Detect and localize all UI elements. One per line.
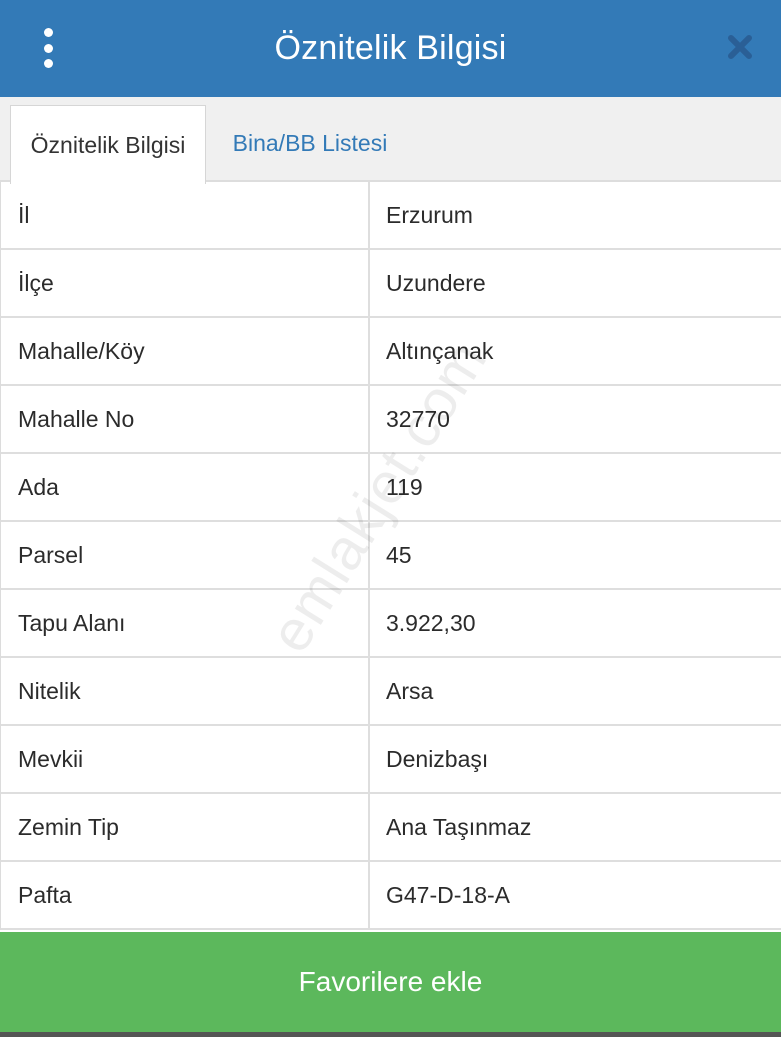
table-row: Tapu Alanı 3.922,30 (1, 590, 781, 658)
row-value: Altınçanak (386, 337, 494, 364)
close-icon[interactable] (723, 30, 757, 64)
attribute-table: İl Erzurum İlçe Uzundere Mahalle/Köy Alt… (0, 182, 781, 930)
row-value: 32770 (386, 405, 450, 432)
row-label: Ada (1, 454, 370, 520)
tab-oznitelik-bilgisi[interactable]: Öznitelik Bilgisi (10, 105, 206, 184)
row-value: Uzundere (386, 269, 486, 296)
table-row: Nitelik Arsa (1, 658, 781, 726)
table-row: Mevkii Denizbaşı (1, 726, 781, 794)
table-row: Mahalle/Köy Altınçanak (1, 318, 781, 386)
table-row: İlçe Uzundere (1, 250, 781, 318)
row-label: Parsel (1, 522, 370, 588)
row-value: Arsa (386, 677, 434, 704)
menu-dot (43, 43, 53, 53)
row-label: İl (1, 182, 370, 248)
tab-bar: Öznitelik Bilgisi Bina/BB Listesi (0, 97, 781, 184)
menu-dot (43, 59, 53, 68)
menu-icon[interactable] (34, 28, 62, 68)
table-row: Parsel 45 (1, 522, 781, 590)
header-bar: Öznitelik Bilgisi (0, 0, 781, 97)
row-label: Zemin Tip (1, 794, 370, 860)
row-value: Denizbaşı (386, 745, 489, 772)
row-value: Erzurum (386, 201, 473, 228)
row-label: Mevkii (1, 726, 370, 792)
row-label: Nitelik (1, 658, 370, 724)
menu-dot (43, 28, 53, 37)
tab-bina-bb-listesi[interactable]: Bina/BB Listesi (210, 105, 410, 182)
row-value: 3.922,30 (386, 609, 476, 636)
row-label: Mahalle No (1, 386, 370, 452)
row-value: Ana Taşınmaz (386, 813, 532, 840)
page-title: Öznitelik Bilgisi (274, 29, 507, 67)
row-value: 45 (386, 541, 412, 568)
table-row: Zemin Tip Ana Taşınmaz (1, 794, 781, 862)
row-label: Pafta (1, 862, 370, 928)
bottom-divider (0, 1032, 781, 1037)
add-to-favorites-button[interactable]: Favorilere ekle (0, 932, 781, 1032)
row-label: İlçe (1, 250, 370, 316)
table-row: Ada 119 (1, 454, 781, 522)
row-value: 119 (386, 473, 423, 500)
table-row: İl Erzurum (1, 182, 781, 250)
row-value: G47-D-18-A (386, 881, 510, 908)
table-row: Mahalle No 32770 (1, 386, 781, 454)
row-label: Mahalle/Köy (1, 318, 370, 384)
table-row: Pafta G47-D-18-A (1, 862, 781, 930)
row-label: Tapu Alanı (1, 590, 370, 656)
